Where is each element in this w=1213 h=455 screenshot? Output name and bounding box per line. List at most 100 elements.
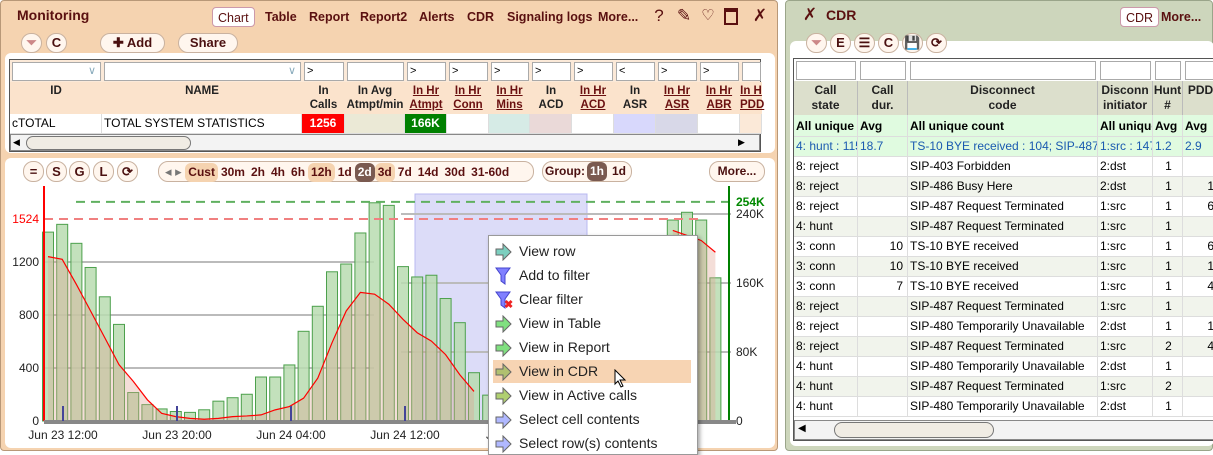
menu-item-select-row-s-contents[interactable]: Select row(s) contents xyxy=(493,432,691,455)
menu-item-add-to-filter[interactable]: Add to filter xyxy=(493,264,691,287)
table-row[interactable]: 4: hunt SIP-487 Request Terminated 1:src 1 xyxy=(794,217,1213,237)
close-icon[interactable]: ✗ xyxy=(800,5,820,25)
filter-input[interactable]: < xyxy=(616,62,655,81)
column-header[interactable]: In Hr ACD xyxy=(572,82,614,114)
filter-input[interactable] xyxy=(910,61,1096,80)
column-header[interactable]: Call state xyxy=(794,81,858,115)
column-header[interactable]: Disconn initiator xyxy=(1098,81,1153,115)
chart-button-G[interactable]: G xyxy=(69,161,90,182)
scroll-right-icon[interactable]: ▶ xyxy=(738,137,745,148)
aggregate-cell[interactable]: All unique xyxy=(1098,115,1153,137)
filter-input[interactable]: ∨ xyxy=(12,62,101,81)
group-1h[interactable]: 1h xyxy=(586,162,607,181)
column-header[interactable]: ID xyxy=(10,82,102,114)
range-2d[interactable]: 2d xyxy=(354,163,375,182)
tab-report2[interactable]: Report2 xyxy=(355,7,412,27)
range-6h[interactable]: 6h xyxy=(288,163,308,182)
filter-input[interactable]: ∨ xyxy=(104,62,301,81)
range-4h[interactable]: 4h xyxy=(268,163,288,182)
column-header[interactable]: Hunt # xyxy=(1153,81,1183,115)
table-row[interactable]: 3: conn7TS-10 BYE received1:src14 xyxy=(794,277,1213,297)
chevron-down-icon[interactable]: ∨ xyxy=(288,63,296,80)
menu-item-clear-filter[interactable]: ✖ Clear filter xyxy=(493,288,691,311)
chevron-down-icon[interactable]: ∨ xyxy=(88,63,96,80)
range-1d[interactable]: 1d xyxy=(335,163,355,182)
filter-input[interactable] xyxy=(1100,61,1151,80)
table-row[interactable]: 8: reject SIP-487 Request Terminated 1:src… xyxy=(794,297,1213,317)
column-header[interactable]: In Hr Atmpt xyxy=(405,82,447,114)
aggregate-cell[interactable]: All unique c xyxy=(794,115,858,137)
menu-item-view-in-table[interactable]: View in Table xyxy=(493,312,691,335)
group-1d[interactable]: 1d xyxy=(609,162,629,181)
column-header[interactable]: PDD xyxy=(1183,81,1213,115)
chart-button-L[interactable]: L xyxy=(93,161,114,182)
scroll-left-icon[interactable]: ◀ xyxy=(798,423,806,434)
filter-input[interactable]: > xyxy=(532,62,571,81)
column-header[interactable]: In Hr Conn xyxy=(447,82,489,114)
menu-item-select-cell-contents[interactable]: Select cell contents xyxy=(493,408,691,431)
e-button[interactable]: E xyxy=(830,33,851,53)
help-icon[interactable]: ? xyxy=(649,6,669,26)
table-row[interactable]: 4: hunt SIP-480 Temporarily Unavailable 2:… xyxy=(794,357,1213,377)
menu-item-view-row[interactable]: View row xyxy=(493,240,691,263)
refresh-icon[interactable]: ⟳ xyxy=(117,161,138,182)
column-header[interactable]: In ACD xyxy=(530,82,572,114)
table-row[interactable]: 8: reject SIP-487 Request Terminated 1:src… xyxy=(794,337,1213,357)
table-row[interactable]: 8: reject SIP-487 Request Terminated 1:src… xyxy=(794,197,1213,217)
filter-input[interactable] xyxy=(1185,61,1213,80)
range-31-60d[interactable]: 31-60d xyxy=(468,163,512,182)
range-30d[interactable]: 30d xyxy=(441,163,468,182)
range-12h[interactable]: 12h xyxy=(308,163,335,182)
column-header[interactable]: Disconnect code xyxy=(908,81,1098,115)
filter-input[interactable] xyxy=(860,61,906,80)
range-30m[interactable]: 30m xyxy=(218,163,248,182)
table-row[interactable]: 3: conn10TS-10 BYE received1:src16 xyxy=(794,237,1213,257)
column-header[interactable]: In Hr ASR xyxy=(656,82,698,114)
add-button[interactable]: ✚ Add xyxy=(100,33,165,53)
table-row[interactable]: 8: reject SIP-480 Temporarily Unavailable… xyxy=(794,317,1213,337)
tab-alerts[interactable]: Alerts xyxy=(414,7,459,27)
aggregate-cell[interactable]: All unique count xyxy=(908,115,1098,137)
edit-icon[interactable]: ✎ xyxy=(674,6,694,26)
scrollbar-thumb[interactable] xyxy=(834,422,994,438)
range-2h[interactable]: 2h xyxy=(248,163,268,182)
tab-report[interactable]: Report xyxy=(304,7,354,27)
more-menu[interactable]: More... xyxy=(1156,7,1206,27)
columns-button[interactable]: ☰ xyxy=(854,33,875,53)
column-header[interactable]: In Hr Mins xyxy=(489,82,530,114)
tab-more-[interactable]: More... xyxy=(593,7,643,27)
tab-cdr[interactable]: CDR xyxy=(1120,7,1160,27)
column-header[interactable]: In H PDD xyxy=(740,82,764,114)
menu-item-view-in-active-calls[interactable]: View in Active calls xyxy=(493,384,691,407)
filter-input[interactable] xyxy=(347,62,404,81)
table-row[interactable]: 4: hunt SIP-480 Temporarily Unavailable 2:… xyxy=(794,397,1213,417)
maximize-icon[interactable] xyxy=(724,8,738,25)
table-row[interactable]: 4: hunt SIP-487 Request Terminated 1:src 2 xyxy=(794,377,1213,397)
range-7d[interactable]: 7d xyxy=(395,163,415,182)
share-button[interactable]: Share xyxy=(178,33,238,53)
scroll-left-icon[interactable]: ◀ xyxy=(13,137,20,148)
save-button[interactable]: 💾 xyxy=(902,33,923,53)
filter-input[interactable]: > xyxy=(658,62,697,81)
tab-signaling-logs[interactable]: Signaling logs xyxy=(502,7,597,27)
table-row[interactable]: 3: conn10TS-10 BYE received1:src11 xyxy=(794,257,1213,277)
column-header[interactable]: In ASR xyxy=(614,82,656,114)
collapse-icon[interactable]: ♡ xyxy=(698,6,718,24)
clear-filter-button[interactable]: ⏷ xyxy=(21,33,42,53)
filter-input[interactable]: > xyxy=(449,62,488,81)
column-header[interactable]: In Avg Atmpt/min xyxy=(345,82,405,114)
menu-item-view-in-cdr[interactable]: View in CDR xyxy=(493,360,691,383)
aggregate-cell[interactable]: Avg xyxy=(858,115,908,137)
chart-button-S[interactable]: S xyxy=(46,161,67,182)
column-header[interactable]: Call dur. xyxy=(858,81,908,115)
refresh-button[interactable]: ⟳ xyxy=(926,33,947,53)
column-header[interactable]: NAME xyxy=(102,82,302,114)
filter-input[interactable] xyxy=(796,61,856,80)
tab-table[interactable]: Table xyxy=(260,7,302,27)
filter-input[interactable]: > xyxy=(574,62,613,81)
range-3d[interactable]: 3d xyxy=(374,163,395,182)
aggregate-cell[interactable]: Avg xyxy=(1153,115,1183,137)
filter-input[interactable]: > xyxy=(491,62,529,81)
table-row[interactable]: 8: rejectSIP-486 Busy Here2:dst11 xyxy=(794,177,1213,197)
scrollbar-thumb[interactable] xyxy=(26,136,191,150)
